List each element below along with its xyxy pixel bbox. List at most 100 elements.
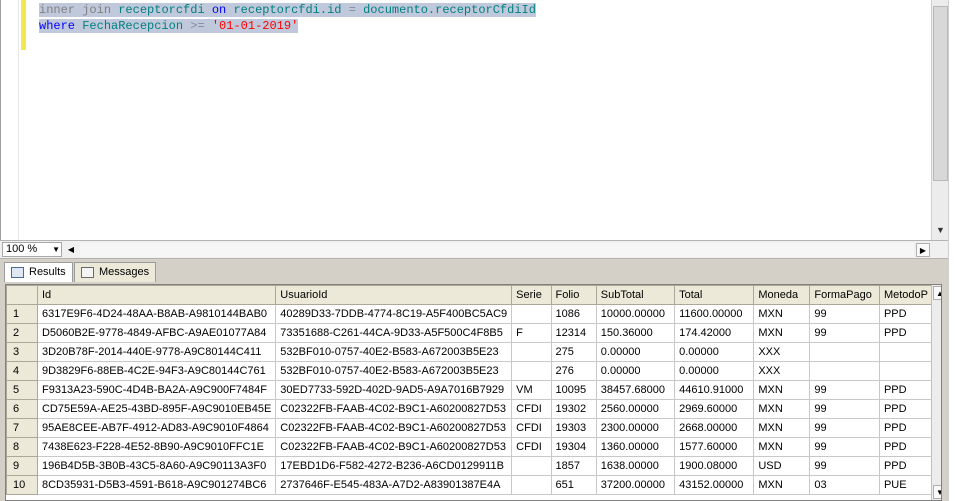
scroll-down-icon[interactable]: ▼	[933, 222, 948, 238]
column-header-id[interactable]: Id	[36, 285, 277, 305]
grid-vertical-scrollbar[interactable]: ▲ ▼	[931, 285, 941, 500]
editor-scroll-thumb[interactable]	[933, 6, 948, 181]
table-cell[interactable]: 30ED7733-592D-402D-9AD5-A9A7016B7929	[275, 380, 513, 400]
row-number[interactable]: 1	[6, 304, 38, 324]
table-cell[interactable]: 0.00000	[595, 342, 676, 362]
row-number[interactable]: 9	[6, 456, 38, 476]
table-cell[interactable]: 17EBD1D6-F582-4272-B236-A6CD0129911B	[275, 456, 513, 476]
table-cell[interactable]: D5060B2E-9778-4849-AFBC-A9AE01077A84	[36, 323, 277, 343]
table-cell[interactable]: CFDI	[511, 437, 552, 457]
table-cell[interactable]: CD75E59A-AE25-43BD-895F-A9C9010EB45E	[36, 399, 277, 419]
table-cell[interactable]: 19303	[550, 418, 597, 438]
column-header-total[interactable]: Total	[674, 285, 755, 305]
column-header-moneda[interactable]: Moneda	[753, 285, 811, 305]
table-row[interactable]: 7 95AE8CEE-AB7F-4912-AD83-A9C9010F4864 C02…	[6, 418, 941, 438]
table-cell[interactable]: 0.00000	[674, 342, 755, 362]
table-cell[interactable]: 6317E9F6-4D24-48AA-B8AB-A9810144BAB0	[36, 304, 277, 324]
table-cell[interactable]: 7438E623-F228-4E52-8B90-A9C9010FFC1E	[36, 437, 277, 457]
table-cell[interactable]: 275	[550, 342, 597, 362]
sql-code[interactable]: inner join receptorcfdi on receptorcfdi.…	[39, 2, 536, 34]
table-cell[interactable]: 8CD35931-D5B3-4591-B618-A9C901274BC6	[36, 475, 277, 495]
table-cell[interactable]: 73351688-C261-44CA-9D33-A5F500C4F8B5	[275, 323, 513, 343]
row-number[interactable]: 3	[6, 342, 38, 362]
editor-horizontal-scrollbar[interactable]	[80, 243, 914, 257]
table-row[interactable]: 5 F9313A23-590C-4D4B-BA2A-A9C900F7484F 30E…	[6, 380, 941, 400]
table-cell[interactable]: 11600.00000	[674, 304, 755, 324]
table-cell[interactable]: 532BF010-0757-40E2-B583-A672003B5E23	[275, 342, 513, 362]
column-header-usuarioid[interactable]: UsuarioId	[275, 285, 513, 305]
row-number[interactable]: 10	[6, 475, 38, 495]
table-cell[interactable]: 276	[550, 361, 597, 381]
zoom-select[interactable]: 100 % ▼	[2, 242, 62, 257]
scroll-right-icon[interactable]: ▶	[916, 243, 930, 257]
table-cell[interactable]: 2668.00000	[674, 418, 755, 438]
column-header-subtotal[interactable]: SubTotal	[595, 285, 676, 305]
table-cell[interactable]: 2300.00000	[595, 418, 676, 438]
table-cell[interactable]	[809, 361, 880, 381]
table-cell[interactable]: 03	[809, 475, 880, 495]
table-row[interactable]: 9 196B4D5B-3B0B-43C5-8A60-A9C90113A3F0 17E…	[6, 456, 941, 476]
scroll-up-icon[interactable]: ▲	[933, 286, 941, 300]
table-cell[interactable]: MXN	[753, 437, 811, 457]
table-cell[interactable]: 99	[809, 399, 880, 419]
table-cell[interactable]: CFDI	[511, 418, 552, 438]
query-editor[interactable]: inner join receptorcfdi on receptorcfdi.…	[0, 0, 931, 240]
table-cell[interactable]: 99	[809, 323, 880, 343]
table-cell[interactable]: 38457.68000	[595, 380, 676, 400]
table-row[interactable]: 6 CD75E59A-AE25-43BD-895F-A9C9010EB45E C02…	[6, 399, 941, 419]
results-grid[interactable]: Id UsuarioId Serie Folio SubTotal Total …	[5, 284, 942, 501]
table-cell[interactable]: 0.00000	[595, 361, 676, 381]
table-cell[interactable]: MXN	[753, 304, 811, 324]
tab-results[interactable]: Results	[4, 262, 73, 282]
table-cell[interactable]: 99	[809, 437, 880, 457]
table-cell[interactable]	[809, 342, 880, 362]
table-cell[interactable]: 99	[809, 418, 880, 438]
scroll-down-icon[interactable]: ▼	[933, 485, 941, 499]
row-number[interactable]: 2	[6, 323, 38, 343]
column-header-formapago[interactable]: FormaPago	[809, 285, 880, 305]
tab-messages[interactable]: Messages	[74, 262, 157, 282]
table-cell[interactable]: 0.00000	[674, 361, 755, 381]
table-cell[interactable]: 174.42000	[674, 323, 755, 343]
table-cell[interactable]: 532BF010-0757-40E2-B583-A672003B5E23	[275, 361, 513, 381]
table-cell[interactable]: 150.36000	[595, 323, 676, 343]
table-cell[interactable]: MXN	[753, 399, 811, 419]
table-cell[interactable]: MXN	[753, 380, 811, 400]
table-cell[interactable]: 1360.00000	[595, 437, 676, 457]
table-cell[interactable]: 12314	[550, 323, 597, 343]
table-cell[interactable]: F	[511, 323, 552, 343]
editor-vertical-scrollbar[interactable]: ▼	[931, 0, 948, 240]
row-number[interactable]: 4	[6, 361, 38, 381]
table-cell[interactable]: CFDI	[511, 399, 552, 419]
table-cell[interactable]: 95AE8CEE-AB7F-4912-AD83-A9C9010F4864	[36, 418, 277, 438]
table-cell[interactable]: 44610.91000	[674, 380, 755, 400]
table-cell[interactable]: XXX	[753, 342, 811, 362]
table-row[interactable]: 1 6317E9F6-4D24-48AA-B8AB-A9810144BAB0 402…	[6, 304, 941, 324]
table-cell[interactable]: 37200.00000	[595, 475, 676, 495]
column-header-serie[interactable]: Serie	[511, 285, 552, 305]
row-number[interactable]: 7	[6, 418, 38, 438]
table-cell[interactable]	[511, 342, 552, 362]
row-number[interactable]: 6	[6, 399, 38, 419]
table-cell[interactable]	[511, 304, 552, 324]
sql-line-1[interactable]: inner join receptorcfdi on receptorcfdi.…	[39, 2, 536, 18]
row-number[interactable]: 8	[6, 437, 38, 457]
table-row[interactable]: 2 D5060B2E-9778-4849-AFBC-A9AE01077A84 733…	[6, 323, 941, 343]
table-cell[interactable]: 1900.08000	[674, 456, 755, 476]
table-cell[interactable]: 3D20B78F-2014-440E-9778-A9C80144C411	[36, 342, 277, 362]
table-cell[interactable]: 9D3829F6-88EB-4C2E-94F3-A9C80144C761	[36, 361, 277, 381]
table-cell[interactable]: C02322FB-FAAB-4C02-B9C1-A60200827D53	[275, 418, 513, 438]
scroll-left-icon[interactable]: ◀	[64, 243, 78, 257]
table-cell[interactable]: 10000.00000	[595, 304, 676, 324]
table-cell[interactable]: 19302	[550, 399, 597, 419]
table-cell[interactable]: 99	[809, 380, 880, 400]
table-cell[interactable]: 1577.60000	[674, 437, 755, 457]
table-cell[interactable]: 1086	[550, 304, 597, 324]
table-cell[interactable]: VM	[511, 380, 552, 400]
table-cell[interactable]: XXX	[753, 361, 811, 381]
table-cell[interactable]: 1638.00000	[595, 456, 676, 476]
table-cell[interactable]: MXN	[753, 418, 811, 438]
table-row[interactable]: 8 7438E623-F228-4E52-8B90-A9C9010FFC1E C02…	[6, 437, 941, 457]
table-cell[interactable]: MXN	[753, 323, 811, 343]
table-cell[interactable]	[511, 456, 552, 476]
